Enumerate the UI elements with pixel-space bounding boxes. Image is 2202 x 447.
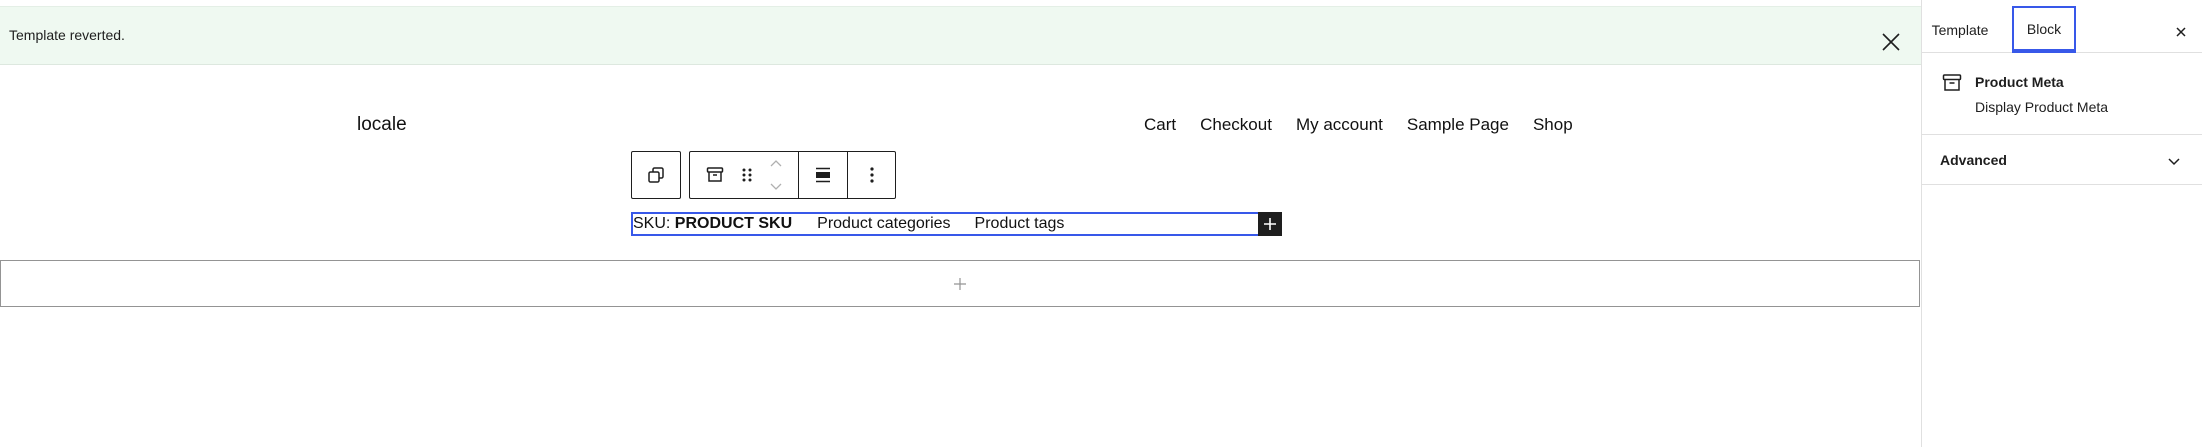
nav-item-my-account[interactable]: My account xyxy=(1296,115,1383,135)
toolbar-group-block xyxy=(690,152,799,198)
product-meta-block[interactable]: SKU: PRODUCT SKU Product categories Prod… xyxy=(631,212,1282,236)
settings-sidebar: Template Block Product Meta Display Prod… xyxy=(1921,0,2202,447)
close-notice-button[interactable] xyxy=(1876,27,1906,57)
chevron-down-icon xyxy=(2162,149,2186,173)
navigation-menu: Cart Checkout My account Sample Page Sho… xyxy=(1144,115,1573,135)
block-appender[interactable] xyxy=(0,260,1920,307)
nav-item-checkout[interactable]: Checkout xyxy=(1200,115,1272,135)
block-card: Product Meta Display Product Meta xyxy=(1922,54,2202,135)
block-toolbar xyxy=(689,151,896,199)
close-sidebar-button[interactable] xyxy=(2169,20,2193,44)
snackbar-notice: Template reverted. xyxy=(0,6,1921,65)
move-up-button[interactable] xyxy=(769,154,783,172)
align-wide-icon xyxy=(816,167,830,183)
notice-text: Template reverted. xyxy=(9,27,125,43)
nav-item-shop[interactable]: Shop xyxy=(1533,115,1573,135)
sidebar-tabs: Template Block xyxy=(1922,6,2202,53)
editor-canvas: Template reverted. locale Cart Checkout … xyxy=(0,0,1921,447)
product-categories: Product categories xyxy=(817,215,951,232)
plus-icon xyxy=(954,277,966,290)
drag-handle-icon xyxy=(742,168,752,182)
select-parent-button[interactable] xyxy=(632,152,680,198)
align-button[interactable] xyxy=(799,152,847,198)
drag-handle[interactable] xyxy=(733,152,761,198)
select-parent-icon xyxy=(648,167,664,183)
add-block-button[interactable] xyxy=(1258,212,1282,236)
advanced-panel-toggle[interactable]: Advanced xyxy=(1922,135,2202,185)
block-card-description: Display Product Meta xyxy=(1975,99,2109,115)
site-title[interactable]: locale xyxy=(357,114,407,136)
more-options-button[interactable] xyxy=(848,152,895,198)
toolbar-group-parent xyxy=(632,152,680,198)
more-vertical-icon xyxy=(869,167,874,183)
product-sku: SKU: PRODUCT SKU xyxy=(633,215,792,233)
chevron-up-icon xyxy=(770,160,782,167)
sku-label: SKU: xyxy=(633,215,671,232)
block-type-button[interactable] xyxy=(697,152,733,198)
toolbar-group-align xyxy=(799,152,848,198)
nav-item-sample-page[interactable]: Sample Page xyxy=(1407,115,1509,135)
move-down-button[interactable] xyxy=(769,178,783,196)
tab-block[interactable]: Block xyxy=(2012,6,2076,53)
chevron-down-icon xyxy=(770,183,782,190)
close-icon xyxy=(2176,27,2186,37)
mover-controls xyxy=(761,152,791,198)
block-toolbar-parent xyxy=(631,151,681,199)
toolbar-group-options xyxy=(848,152,895,198)
archive-icon xyxy=(1940,71,1964,95)
advanced-label: Advanced xyxy=(1940,152,2007,168)
close-icon xyxy=(1882,33,1900,51)
block-card-title: Product Meta xyxy=(1975,74,2064,90)
archive-icon xyxy=(706,167,724,182)
tab-template[interactable]: Template xyxy=(1929,6,1991,53)
plus-icon xyxy=(1264,218,1276,230)
nav-item-cart[interactable]: Cart xyxy=(1144,115,1176,135)
product-tags: Product tags xyxy=(974,215,1065,232)
sku-value: PRODUCT SKU xyxy=(674,215,793,232)
